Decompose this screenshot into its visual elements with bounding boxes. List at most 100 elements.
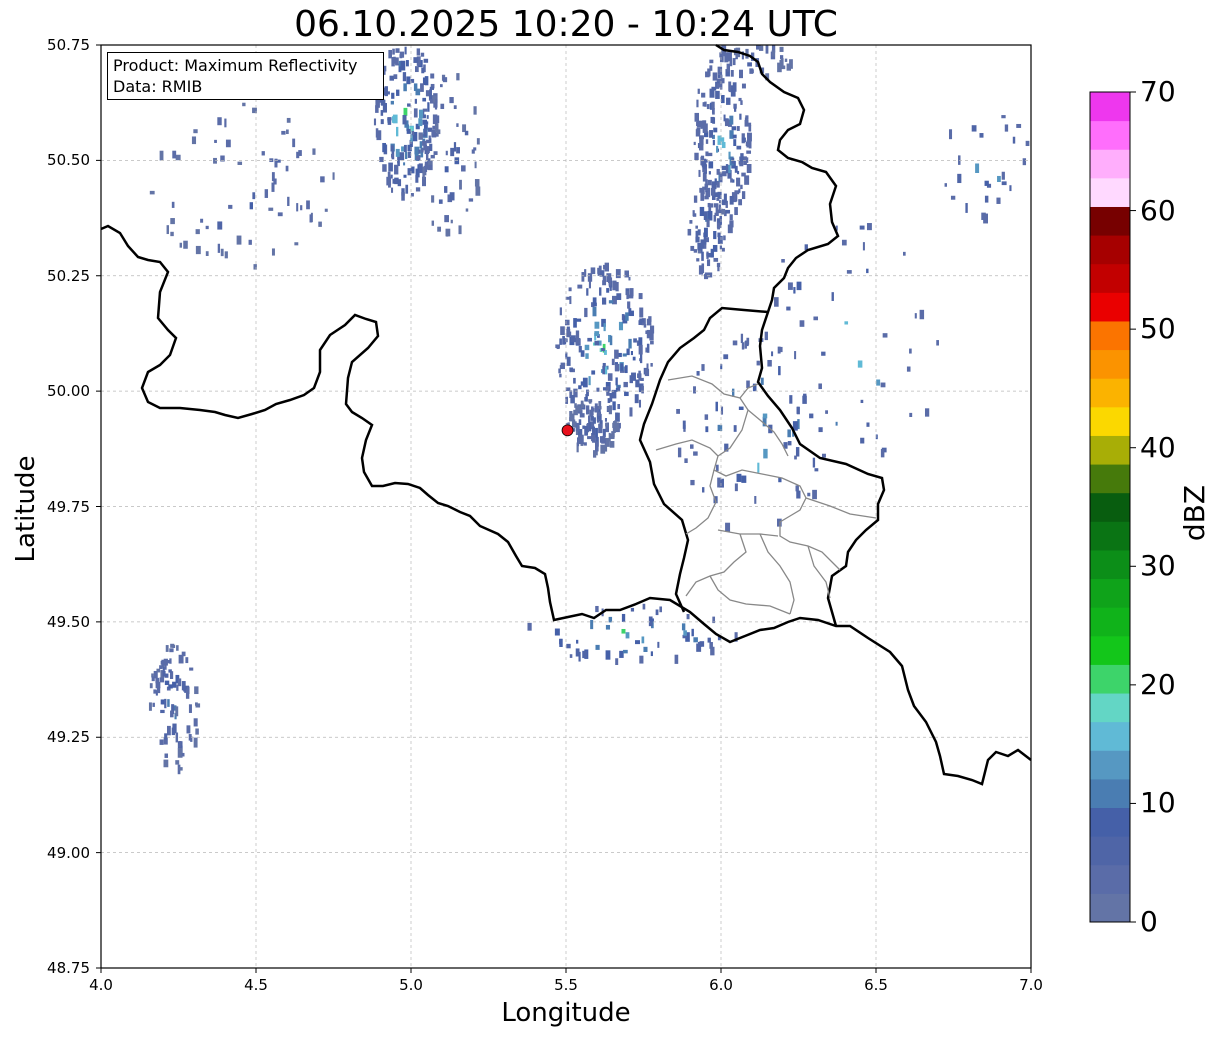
echo-pixel <box>787 429 791 438</box>
echo-pixel <box>188 704 192 713</box>
echo-pixel <box>577 407 582 412</box>
echo-cluster-3 <box>555 262 655 433</box>
echo-pixel <box>717 218 721 223</box>
echo-pixel <box>696 127 701 134</box>
echo-pixel <box>734 207 738 216</box>
echo-cluster-8 <box>676 333 829 532</box>
echo-pixel <box>402 72 407 82</box>
echo-pixel <box>812 457 816 468</box>
echo-pixel <box>689 220 693 224</box>
echo-pixel <box>723 193 727 203</box>
echo-pixel <box>387 117 392 125</box>
echo-pixel <box>641 385 644 394</box>
echo-pixel <box>159 665 163 670</box>
echo-pixel <box>382 103 387 113</box>
echo-pixel <box>444 186 448 193</box>
echo-pixel <box>595 605 599 613</box>
echo-pixel <box>684 458 688 464</box>
echo-cluster-6 <box>687 185 726 280</box>
colorbar-tick-label: 60 <box>1140 193 1176 227</box>
echo-pixel <box>555 344 560 349</box>
echo-cluster-4 <box>566 399 619 458</box>
echo-pixel <box>588 415 591 423</box>
echo-pixel <box>195 702 198 706</box>
echo-pixel <box>434 103 438 110</box>
echo-pixel <box>459 179 462 190</box>
echo-pixel <box>458 225 462 235</box>
echo-pixel <box>271 248 275 256</box>
echo-pixel <box>588 376 591 386</box>
echo-pixel <box>162 670 166 677</box>
echo-pixel <box>582 425 585 429</box>
echo-pixel <box>707 272 713 278</box>
echo-pixel <box>622 353 627 357</box>
colorbar-segment <box>1090 807 1130 837</box>
echo-pixel <box>418 163 423 174</box>
echo-pixel <box>629 375 633 384</box>
echo-pixel <box>175 760 180 765</box>
echo-pixel <box>595 427 598 438</box>
echo-pixel <box>715 401 718 412</box>
echo-pixel <box>738 188 741 193</box>
echo-pixel <box>779 46 784 52</box>
echo-pixel <box>740 184 743 190</box>
colorbar-segment <box>1090 864 1130 894</box>
echo-pixel <box>876 379 881 386</box>
echo-pixel <box>527 622 532 631</box>
echo-pixel <box>402 115 407 125</box>
echo-pixel <box>389 75 394 81</box>
echo-pixel <box>205 225 209 230</box>
echo-pixel <box>737 170 740 175</box>
echo-pixel <box>846 270 852 274</box>
echo-pixel <box>407 151 412 158</box>
echo-pixel <box>456 123 459 127</box>
district-borders <box>655 375 877 615</box>
echo-pixel <box>975 163 980 173</box>
echo-pixel <box>698 169 701 177</box>
echo-pixel <box>395 148 400 157</box>
echo-pixel <box>906 366 911 372</box>
echo-pixel <box>638 337 643 346</box>
echo-pixel <box>382 164 387 172</box>
echo-pixel <box>598 423 603 434</box>
echo-pixel <box>249 202 253 210</box>
echo-pixel <box>721 247 725 252</box>
echo-pixel <box>225 139 231 148</box>
echo-pixel <box>638 344 643 355</box>
echo-pixel <box>984 180 989 186</box>
colorbar-segment <box>1090 120 1130 150</box>
echo-pixel <box>559 338 562 345</box>
echo-pixel <box>444 166 449 173</box>
echo-pixel <box>445 228 451 237</box>
echo-pixel <box>693 141 696 146</box>
echo-pixel <box>569 417 574 422</box>
echo-pixel <box>159 677 165 683</box>
echo-pixel <box>580 400 584 405</box>
echo-pixel <box>164 698 167 709</box>
echo-pixel <box>213 157 217 164</box>
echo-pixel <box>789 395 793 404</box>
echo-pixel <box>717 424 723 431</box>
echo-pixel <box>169 648 174 653</box>
echo-pixel <box>615 422 619 431</box>
echo-pixel <box>626 348 630 356</box>
echo-pixel <box>740 333 744 344</box>
echo-pixel <box>903 251 906 256</box>
echo-pixel <box>650 651 653 657</box>
echo-pixel <box>754 496 757 504</box>
echo-pixel <box>786 306 791 311</box>
echo-pixel <box>436 129 441 135</box>
echo-pixel <box>744 175 750 185</box>
echo-pixel <box>390 100 394 105</box>
x-tick-label: 4.0 <box>89 976 113 994</box>
echo-pixel <box>936 340 939 346</box>
echo-pixel <box>189 667 194 671</box>
echo-pixel <box>220 248 224 257</box>
echo-pixel <box>165 659 170 664</box>
echo-pixel <box>723 354 729 360</box>
echo-pixel <box>686 613 690 620</box>
echo-pixel <box>592 306 597 317</box>
echo-pixel <box>594 321 600 329</box>
echo-pixel <box>621 628 626 634</box>
echo-pixel <box>399 51 405 58</box>
